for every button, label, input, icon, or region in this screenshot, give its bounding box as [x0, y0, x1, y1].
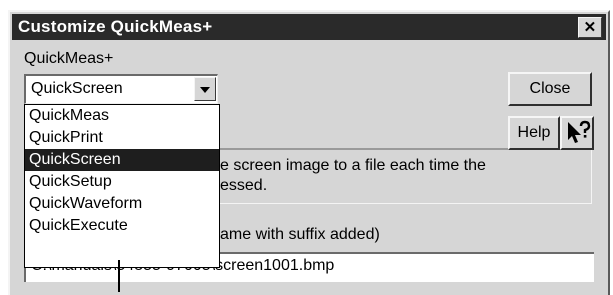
dropdown-option-quickscreen[interactable]: QuickScreen [25, 149, 219, 171]
description-text: e screen image to a file each time the e… [220, 156, 486, 196]
help-pointer-icon [568, 120, 591, 143]
close-button-label: Close [529, 80, 571, 97]
close-button[interactable]: Close [508, 72, 592, 106]
dropdown-option-quickexecute[interactable]: QuickExecute [25, 215, 219, 237]
help-button[interactable]: Help [508, 116, 560, 150]
whats-this-button[interactable] [560, 116, 594, 150]
window-title: Customize QuickMeas+ [18, 17, 213, 36]
filename-label: ame with suffix added) [220, 226, 380, 243]
dropdown-option-quickmeas[interactable]: QuickMeas [25, 105, 219, 127]
dropdown-option-quickwaveform[interactable]: QuickWaveform [25, 193, 219, 215]
dropdown-option-quickprint[interactable]: QuickPrint [25, 127, 219, 149]
combo-dropdown-button[interactable] [194, 77, 216, 101]
window-close-button[interactable]: ✕ [578, 17, 602, 38]
quickmeas-combo[interactable]: QuickScreen [24, 74, 218, 104]
quickmeas-label: QuickMeas+ [24, 50, 114, 67]
close-icon: ✕ [583, 19, 597, 36]
chevron-down-icon [200, 87, 210, 93]
customize-dialog: Customize QuickMeas+ ✕ QuickMeas+ QuickS… [8, 10, 610, 295]
quickmeas-dropdown-list: QuickMeas QuickPrint QuickScreen QuickSe… [24, 104, 220, 268]
help-button-label: Help [517, 124, 551, 141]
dropdown-option-quicksetup[interactable]: QuickSetup [25, 171, 219, 193]
title-bar: Customize QuickMeas+ ✕ [12, 14, 606, 40]
combo-value: QuickScreen [31, 80, 123, 97]
description-line-2: essed. [220, 177, 268, 194]
text-cursor-icon [118, 260, 120, 292]
description-line-1: e screen image to a file each time the [220, 157, 486, 174]
